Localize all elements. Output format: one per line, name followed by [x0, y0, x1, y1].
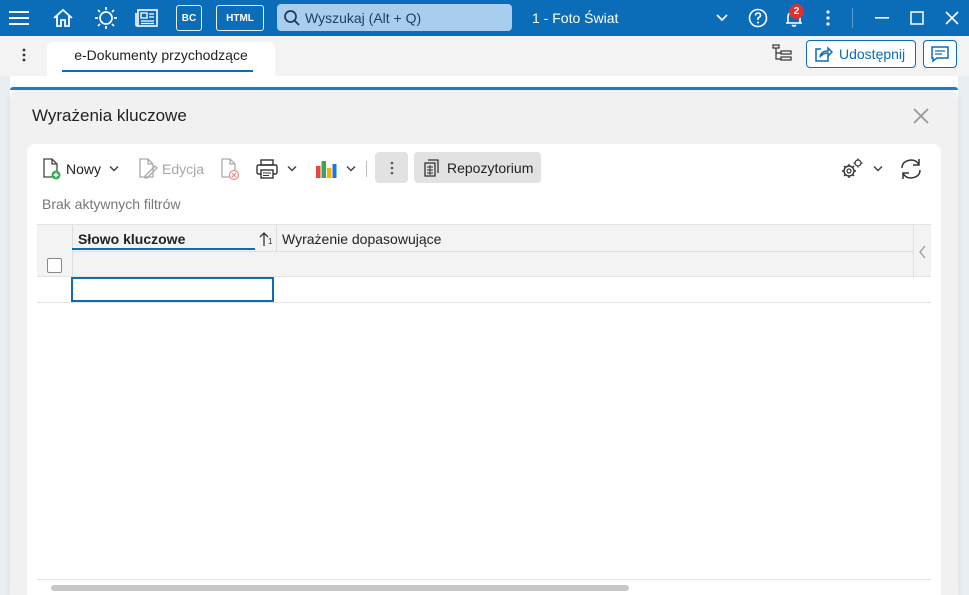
html-button[interactable]: HTML — [216, 5, 264, 31]
dialog-close-icon[interactable] — [910, 105, 932, 127]
horizontal-scrollbar[interactable] — [37, 579, 931, 591]
titlebar-divider — [852, 8, 853, 28]
tab-label: e-Dokumenty przychodzące — [74, 47, 248, 63]
sort-index: 1 — [268, 237, 273, 246]
title-bar: BC HTML 1 - Foto Świat 2 — [0, 0, 969, 36]
repository-icon — [424, 158, 439, 177]
edit-button[interactable]: Edycja — [137, 154, 204, 184]
new-document-icon — [43, 158, 61, 180]
company-dropdown-chevron-icon[interactable] — [710, 0, 734, 36]
charts-button[interactable] — [314, 154, 356, 184]
column-header-keyword[interactable]: Słowo kluczowe — [78, 228, 185, 250]
tree-list-icon[interactable] — [772, 44, 792, 65]
toolbar-separator — [366, 161, 367, 177]
grid-side-panel-toggle[interactable] — [913, 225, 931, 278]
bar-chart-icon — [316, 161, 337, 178]
minimize-icon[interactable] — [870, 0, 894, 36]
column-header-keyword-label: Słowo kluczowe — [78, 231, 186, 247]
new-dropdown-chevron-icon[interactable] — [109, 165, 119, 173]
share-icon — [815, 46, 833, 62]
dialog-panel: Nowy Edycja Repozytorium Brak aktywnych … — [27, 144, 941, 595]
new-row — [37, 277, 931, 303]
share-button[interactable]: Udostępnij — [806, 40, 916, 68]
keyword-edit-cell[interactable] — [71, 277, 274, 302]
home-icon[interactable] — [48, 0, 78, 36]
select-all-checkbox[interactable] — [47, 258, 62, 273]
column-header-matching-expression[interactable]: Wyrażenie dopasowujące — [282, 228, 441, 250]
column-header-matching-expression-label: Wyrażenie dopasowujące — [282, 231, 442, 247]
more-actions-button[interactable] — [375, 152, 408, 183]
edit-label: Edycja — [162, 161, 205, 177]
print-button[interactable] — [255, 154, 297, 184]
refresh-icon[interactable] — [898, 156, 924, 185]
delete-document-icon — [221, 158, 240, 181]
new-label: Nowy — [66, 161, 102, 177]
html-label: HTML — [226, 12, 254, 24]
dialog-title: Wyrażenia kluczowe — [32, 106, 187, 125]
search-icon — [284, 9, 300, 26]
comments-button[interactable] — [923, 40, 957, 68]
print-dropdown-chevron-icon[interactable] — [287, 165, 297, 173]
company-name: 1 - Foto Świat — [532, 10, 619, 26]
hamburger-menu-icon[interactable] — [4, 0, 34, 36]
chat-icon — [931, 46, 949, 63]
tab-menu-kebab-icon[interactable] — [22, 48, 26, 65]
repository-label: Repozytorium — [447, 159, 534, 176]
repository-button[interactable]: Repozytorium — [414, 152, 541, 183]
filter-row-separator — [72, 251, 913, 252]
newspaper-icon[interactable] — [132, 0, 162, 36]
kebab-icon — [390, 161, 393, 174]
edit-document-icon — [139, 158, 158, 179]
search-box[interactable] — [277, 4, 512, 31]
keywords-dialog: Wyrażenia kluczowe Nowy Edycja Repozytor… — [12, 90, 956, 595]
column-header-keyword-indicator — [72, 248, 255, 250]
grid-header: Słowo kluczowe 1 Wyrażenie dopasowujące — [37, 224, 931, 278]
chevron-left-icon — [918, 245, 925, 258]
share-label: Udostępnij — [839, 46, 906, 62]
printer-icon — [256, 159, 278, 179]
help-icon[interactable] — [746, 0, 770, 36]
tab-row: e-Dokumenty przychodzące Udostępnij — [0, 36, 969, 76]
new-button[interactable]: Nowy — [41, 154, 119, 184]
bc-label: BC — [181, 12, 197, 24]
tab-active-indicator — [62, 70, 253, 72]
active-filters-status: Brak aktywnych filtrów — [42, 196, 181, 212]
settings-button[interactable] — [839, 156, 883, 182]
lightbulb-icon[interactable] — [90, 0, 122, 36]
maximize-icon[interactable] — [905, 0, 929, 36]
sort-ascending-icon[interactable]: 1 — [255, 225, 277, 252]
delete-button[interactable] — [219, 154, 241, 184]
charts-dropdown-chevron-icon[interactable] — [346, 165, 356, 173]
gears-icon — [842, 158, 863, 178]
search-input[interactable] — [305, 9, 505, 26]
close-window-icon[interactable] — [940, 0, 964, 36]
notifications-badge: 2 — [789, 4, 804, 19]
more-options-icon[interactable] — [818, 0, 838, 36]
horizontal-scrollbar-thumb[interactable] — [51, 585, 629, 591]
bc-button[interactable]: BC — [176, 5, 202, 31]
settings-dropdown-chevron-icon[interactable] — [873, 165, 883, 173]
keywords-grid: Słowo kluczowe 1 Wyrażenie dopasowujące — [37, 224, 931, 591]
